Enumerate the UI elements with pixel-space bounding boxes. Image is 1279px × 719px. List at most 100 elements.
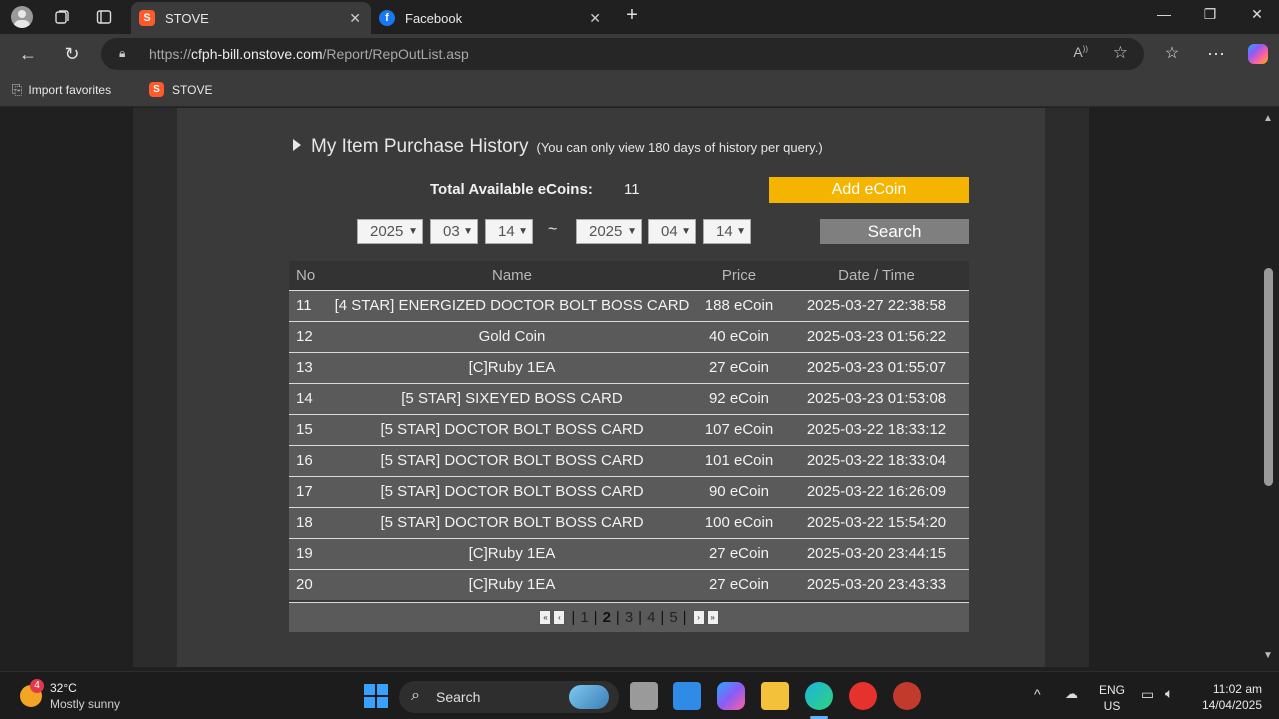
favorites-icon[interactable]: ☆ — [1160, 42, 1184, 66]
table-row: 16 [5 STAR] DOCTOR BOLT BOSS CARD 101 eCoi… — [289, 444, 969, 476]
page-link-2[interactable]: 2 — [603, 609, 611, 626]
cell-no: 17 — [289, 475, 330, 507]
page-scrollbar[interactable]: ▲ ▼ — [1260, 108, 1279, 667]
from-year-select[interactable]: 2025 ▼ — [357, 219, 423, 244]
url-text[interactable]: https://cfph-bill.onstove.com/Report/Rep… — [149, 46, 469, 62]
search-icon: ⌕ — [411, 687, 420, 704]
page-link-5[interactable]: 5 — [669, 609, 677, 626]
tab-facebook[interactable]: f Facebook ✕ — [371, 2, 611, 34]
history-note: (You can only view 180 days of history p… — [536, 140, 823, 155]
chevron-down-icon: ▼ — [681, 226, 691, 237]
favorite-star-icon[interactable]: ☆ — [1113, 43, 1128, 63]
start-windows-icon[interactable] — [362, 682, 390, 710]
cell-name: [4 STAR] ENERGIZED DOCTOR BOLT BOSS CARD — [330, 289, 694, 321]
cell-name: [C]Ruby 1EA — [330, 351, 694, 383]
scroll-thumb[interactable] — [1264, 268, 1273, 486]
close-tab-icon[interactable]: ✕ — [349, 10, 361, 27]
weather-badge: 4 — [30, 679, 44, 693]
close-tab-icon[interactable]: ✕ — [589, 10, 601, 27]
read-aloud-icon[interactable]: A)) — [1073, 44, 1088, 60]
input-language[interactable]: ENG US — [1098, 682, 1126, 714]
select-value: 03 — [443, 223, 460, 240]
cell-date: 2025-03-22 18:33:04 — [784, 444, 969, 476]
cell-name: [5 STAR] SIXEYED BOSS CARD — [330, 382, 694, 414]
network-icon[interactable]: ▭ — [1141, 686, 1154, 703]
profile-avatar-icon[interactable] — [10, 5, 34, 29]
select-value: 04 — [661, 223, 678, 240]
volume-icon[interactable]: 🔈︎ — [1165, 685, 1173, 702]
column-header-name: Name — [330, 261, 694, 290]
clock[interactable]: 11:02 am 14/04/2025 — [1196, 681, 1262, 713]
more-menu-icon[interactable]: ⋯ — [1204, 42, 1228, 66]
page-link-4[interactable]: 4 — [647, 609, 655, 626]
tab-stove[interactable]: S STOVE ✕ — [131, 2, 371, 34]
facebook-favicon-icon: f — [379, 10, 395, 26]
import-favorites-link[interactable]: ⎘ Import favorites — [12, 82, 111, 98]
pager-divider: | — [638, 609, 643, 626]
edge-browser-icon[interactable] — [805, 682, 833, 710]
cell-name: [5 STAR] DOCTOR BOLT BOSS CARD — [330, 475, 694, 507]
prev-page-icon[interactable]: ‹ — [553, 610, 566, 625]
last-page-icon[interactable]: » — [706, 610, 719, 625]
table-row: 17 [5 STAR] DOCTOR BOLT BOSS CARD 90 eCoin… — [289, 475, 969, 507]
from-day-select[interactable]: 14 ▼ — [485, 219, 533, 244]
stove-favorite-link[interactable]: S STOVE — [149, 82, 212, 97]
cell-price: 107 eCoin — [694, 413, 784, 445]
pager-divider: | — [593, 609, 598, 626]
game-launcher-icon[interactable] — [893, 682, 921, 710]
cell-date: 2025-03-23 01:53:08 — [784, 382, 969, 414]
cell-price: 188 eCoin — [694, 289, 784, 321]
cell-price: 27 eCoin — [694, 568, 784, 600]
file-explorer-icon[interactable] — [761, 682, 789, 710]
first-page-icon[interactable]: « — [539, 610, 552, 625]
add-ecoin-button[interactable]: Add eCoin — [769, 177, 969, 203]
close-window-icon[interactable]: ✕ — [1245, 6, 1269, 28]
page-viewport: My Item Purchase History (You can only v… — [4, 108, 1260, 667]
select-value: 14 — [716, 223, 733, 240]
pager-divider: | — [660, 609, 665, 626]
cell-no: 13 — [289, 351, 330, 383]
stove-favicon-icon: S — [139, 10, 155, 26]
cell-date: 2025-03-20 23:44:15 — [784, 537, 969, 569]
back-icon[interactable]: ← — [16, 42, 40, 66]
address-bar[interactable]: 🔒︎ https://cfph-bill.onstove.com/Report/… — [101, 38, 1144, 70]
scroll-down-icon[interactable]: ▼ — [1263, 650, 1273, 661]
show-hidden-icons-icon[interactable]: ^ — [1034, 686, 1041, 702]
page-link-3[interactable]: 3 — [625, 609, 633, 626]
lock-icon[interactable]: 🔒︎ — [119, 46, 133, 60]
search-button[interactable]: Search — [820, 219, 969, 244]
to-month-select[interactable]: 04 ▼ — [648, 219, 696, 244]
cell-price: 100 eCoin — [694, 506, 784, 538]
to-day-select[interactable]: 14 ▼ — [703, 219, 751, 244]
taskbar-search[interactable]: ⌕ Search — [399, 681, 619, 713]
task-view-icon[interactable] — [630, 682, 658, 710]
tab-actions-icon[interactable] — [92, 5, 116, 29]
scroll-up-icon[interactable]: ▲ — [1263, 113, 1273, 124]
cell-name: [5 STAR] DOCTOR BOLT BOSS CARD — [330, 444, 694, 476]
select-value: 2025 — [370, 223, 404, 240]
cell-price: 92 eCoin — [694, 382, 784, 414]
cell-date: 2025-03-23 01:55:07 — [784, 351, 969, 383]
to-year-select[interactable]: 2025 ▼ — [576, 219, 642, 244]
microsoft-store-icon[interactable] — [673, 682, 701, 710]
new-tab-icon[interactable]: + — [620, 4, 644, 26]
workspaces-icon[interactable] — [50, 5, 74, 29]
chevron-down-icon: ▼ — [408, 226, 418, 237]
next-page-icon[interactable]: › — [692, 610, 705, 625]
copilot-icon[interactable] — [1246, 42, 1270, 66]
minimize-icon[interactable]: — — [1152, 6, 1176, 28]
table-row: 20 [C]Ruby 1EA 27 eCoin 2025-03-20 23:43:33 — [289, 568, 969, 600]
restore-icon[interactable]: ❐ — [1198, 6, 1222, 28]
table-row: 18 [5 STAR] DOCTOR BOLT BOSS CARD 100 eCoi… — [289, 506, 969, 538]
weather-temp: 32°C — [50, 681, 77, 695]
weather-widget[interactable]: 4 32°C Mostly sunny — [20, 679, 140, 713]
copilot-app-icon[interactable] — [717, 682, 745, 710]
cell-price: 40 eCoin — [694, 320, 784, 352]
onedrive-icon[interactable]: ☁ — [1065, 686, 1078, 702]
page-link-1[interactable]: 1 — [580, 609, 588, 626]
from-month-select[interactable]: 03 ▼ — [430, 219, 478, 244]
page-container: My Item Purchase History (You can only v… — [133, 108, 1089, 667]
wps-office-icon[interactable] — [849, 682, 877, 710]
refresh-icon[interactable]: ↻ — [60, 42, 84, 66]
cell-date: 2025-03-23 01:56:22 — [784, 320, 969, 352]
